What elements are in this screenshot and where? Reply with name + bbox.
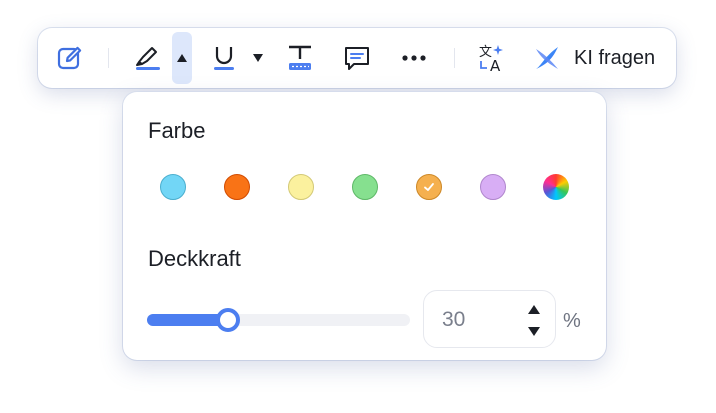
stage: 文 A KI fragen Farbe Deckkraft 30 % [0,0,716,413]
opacity-value: 30 [442,308,466,331]
color-swatch-green[interactable] [352,174,378,200]
color-swatch-amber[interactable] [416,174,442,200]
comment-icon [345,47,369,70]
underline-button[interactable] [206,28,242,88]
translate-button[interactable]: 文 A [474,28,510,88]
caret-up-icon [528,305,540,314]
caret-down-icon [528,327,540,336]
increment-button[interactable] [528,305,540,314]
highlight-options-popover: Farbe Deckkraft 30 % [123,92,606,360]
annotation-toolbar: 文 A KI fragen [38,28,676,88]
color-heading: Farbe [148,118,206,143]
color-swatch-orange[interactable] [224,174,250,200]
opacity-input[interactable]: 30 [423,290,556,348]
highlight-color-bar [136,67,160,70]
toolbar-separator [108,48,109,68]
highlighter-icon [136,47,160,70]
ai-icon [536,47,558,69]
color-swatch-lavender[interactable] [480,174,506,200]
decrement-button[interactable] [528,327,540,336]
opacity-slider-thumb[interactable] [216,308,240,332]
percent-unit: % [563,310,581,332]
ask-ai-label: KI fragen [574,46,656,69]
color-swatch-light-yellow[interactable] [288,174,314,200]
color-swatch-light-blue[interactable] [160,174,186,200]
caret-up-icon [177,54,187,62]
opacity-slider-track[interactable] [147,314,410,326]
opacity-heading: Deckkraft [148,246,241,271]
checkmark-icon [424,183,434,191]
more-icon [402,55,426,61]
edit-icon [57,46,82,70]
svg-text:A: A [490,57,501,74]
textbox-icon [289,45,311,70]
underline-icon [214,47,234,70]
underline-options-toggle[interactable] [248,28,268,88]
textbox-button[interactable] [282,28,318,88]
highlight-options-toggle[interactable] [172,32,192,84]
more-button[interactable] [396,28,432,88]
edit-button[interactable] [52,28,88,88]
toolbar-separator [454,48,455,68]
caret-down-icon [253,54,263,62]
translate-icon: 文 A [479,45,503,74]
custom-color-picker[interactable] [543,174,569,200]
highlight-button[interactable] [130,28,166,88]
ask-ai-button[interactable]: KI fragen [532,28,672,88]
comment-button[interactable] [339,28,375,88]
